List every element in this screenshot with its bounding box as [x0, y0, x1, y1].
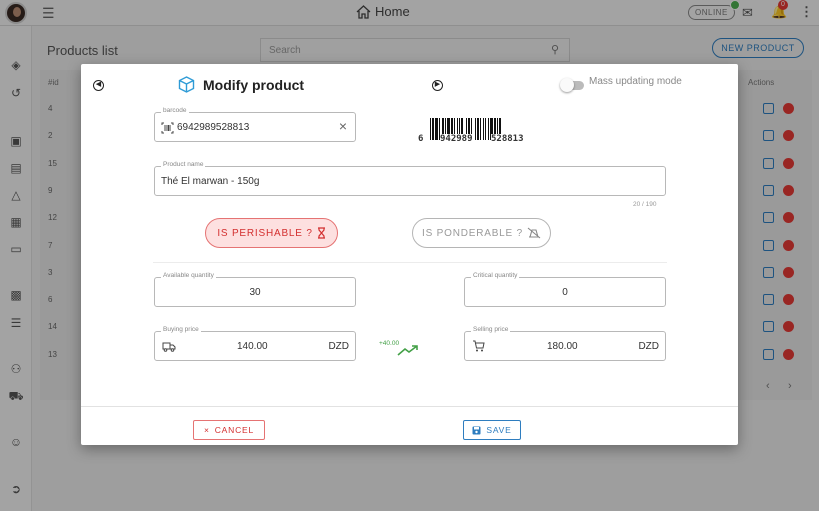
barcode-bar — [477, 118, 479, 140]
product-box-icon — [178, 76, 195, 93]
barcode-scan-icon — [161, 122, 174, 134]
available-quantity-value[interactable]: 30 — [155, 287, 355, 298]
previous-product-icon[interactable]: ◀ — [93, 80, 104, 91]
selling-price-label: Selling price — [471, 326, 511, 333]
barcode-bar — [435, 118, 438, 140]
dialog-title-text: Modify product — [203, 76, 305, 93]
selling-price-currency: DZD — [638, 341, 659, 352]
hourglass-icon — [317, 227, 325, 239]
next-product-icon[interactable]: ▶ — [432, 80, 443, 91]
clear-barcode-icon[interactable]: × — [339, 118, 347, 134]
barcode-bar — [480, 118, 481, 140]
buying-price-label: Buying price — [161, 326, 201, 333]
save-button[interactable]: SAVE — [463, 420, 521, 440]
selling-price-field[interactable]: Selling price 180.00 DZD — [464, 326, 666, 361]
product-name-char-counter: 20 / 190 — [633, 201, 657, 208]
available-quantity-field[interactable]: Available quantity 30 — [154, 272, 356, 307]
cancel-button[interactable]: × CANCEL — [193, 420, 265, 440]
delivery-truck-icon — [162, 342, 176, 352]
critical-quantity-label: Critical quantity — [471, 272, 520, 279]
barcode-field-label: barcode — [161, 107, 189, 114]
barcode-field[interactable]: barcode 6942989528813 × — [154, 107, 356, 142]
product-name-value[interactable]: Thé El marwan - 150g — [161, 176, 259, 187]
mass-update-label: Mass updating mode — [589, 76, 682, 87]
dialog-title: Modify product — [178, 76, 304, 93]
critical-quantity-value[interactable]: 0 — [465, 287, 665, 298]
ponderable-toggle-button[interactable]: IS PONDERABLE ? — [412, 218, 551, 248]
available-quantity-label: Available quantity — [161, 272, 216, 279]
barcode-digits-left: 942989 — [440, 134, 473, 144]
ponderable-label: IS PONDERABLE ? — [422, 227, 523, 239]
floppy-disk-icon — [472, 426, 481, 434]
barcode-bar — [432, 118, 434, 140]
barcode-bar — [485, 118, 486, 140]
mass-update-toggle-knob[interactable] — [560, 78, 574, 92]
shopping-cart-icon — [473, 340, 485, 352]
trending-up-icon — [397, 345, 418, 356]
dialog-footer-divider — [81, 406, 738, 407]
save-label: SAVE — [486, 425, 512, 435]
barcode-image: 6 942989 528813 — [418, 118, 542, 148]
cancel-label: CANCEL — [214, 425, 255, 435]
perishable-toggle-button[interactable]: IS PERISHABLE ? — [205, 218, 338, 248]
critical-quantity-field[interactable]: Critical quantity 0 — [464, 272, 666, 307]
scale-off-icon — [527, 227, 541, 239]
barcode-value[interactable]: 6942989528813 — [177, 122, 249, 133]
barcode-bar — [475, 118, 476, 140]
buying-price-currency: DZD — [328, 341, 349, 352]
barcode-bar — [483, 118, 484, 140]
selling-price-value[interactable]: 180.00 — [547, 341, 578, 352]
product-name-label: Product name — [161, 161, 206, 168]
product-name-field[interactable]: Product name Thé El marwan - 150g — [154, 161, 666, 196]
perishable-label: IS PERISHABLE ? — [217, 227, 313, 239]
buying-price-field[interactable]: Buying price 140.00 DZD — [154, 326, 356, 361]
modify-product-dialog: ◀ Modify product ▶ Mass updating mode ba… — [81, 64, 738, 445]
barcode-digit-first: 6 — [418, 134, 424, 144]
buying-price-value[interactable]: 140.00 — [237, 341, 268, 352]
close-icon: × — [203, 425, 210, 435]
section-divider — [153, 262, 667, 263]
barcode-bar — [488, 118, 489, 140]
barcode-bar — [430, 118, 431, 140]
barcode-digits-right: 528813 — [491, 134, 524, 144]
